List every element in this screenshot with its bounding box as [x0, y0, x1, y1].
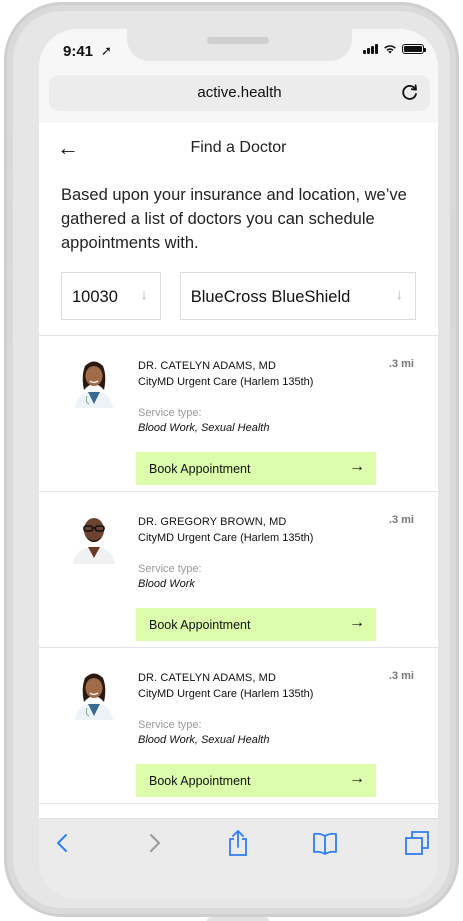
status-icons — [363, 44, 426, 54]
book-appointment-label: Book Appointment — [149, 618, 251, 632]
mute-switch — [7, 135, 12, 169]
filters: 10030 ↓ BlueCross BlueShield ↓ — [61, 272, 416, 320]
power-button — [451, 211, 456, 329]
arrow-right-icon: → — [349, 770, 365, 787]
doctor-avatar — [73, 518, 115, 564]
distance: .3 mi — [388, 514, 414, 526]
signal-icon — [363, 44, 378, 54]
service-type-label: Service type: — [138, 563, 202, 575]
book-appointment-button[interactable]: Book Appointment → — [136, 764, 376, 797]
distance: .3 mi — [388, 670, 414, 682]
book-appointment-label: Book Appointment — [149, 774, 251, 788]
web-content: ← Find a Doctor Based upon your insuranc… — [39, 123, 438, 818]
url-text[interactable]: active.health — [49, 84, 430, 101]
book-appointment-label: Book Appointment — [149, 462, 251, 476]
browser-toolbar — [39, 818, 438, 899]
zip-code-select[interactable]: 10030 ↓ — [61, 272, 161, 320]
wifi-icon — [384, 45, 396, 54]
page-title: Find a Doctor — [190, 139, 287, 156]
address-bar[interactable]: active.health — [49, 75, 430, 111]
book-icon — [313, 832, 337, 855]
down-arrow-icon: ↓ — [140, 286, 148, 303]
doctor-card: DR. GREGORY BROWN, MD CityMD Urgent Care… — [39, 492, 438, 648]
clinic-name: CityMD Urgent Care (Harlem 135th) — [138, 532, 314, 544]
doctor-avatar — [75, 361, 113, 408]
volume-up-button — [7, 203, 12, 265]
home-indicator — [207, 917, 269, 921]
battery-icon — [402, 44, 426, 54]
screen: 9:41 ➚ active.health ← Find a Doctor Bas… — [39, 29, 438, 899]
tabs-icon — [405, 831, 429, 855]
browser-back-button[interactable] — [49, 829, 77, 857]
doctor-name: DR. CATELYN ADAMS, MD — [138, 672, 276, 684]
service-type-value: Blood Work — [138, 578, 195, 590]
doctor-card: DR. CATELYN ADAMS, MD CityMD Urgent Care… — [39, 336, 438, 492]
service-type-value: Blood Work, Sexual Health — [138, 422, 270, 434]
tabs-button[interactable] — [403, 829, 431, 857]
share-button[interactable] — [224, 829, 252, 857]
doctor-list: DR. CATELYN ADAMS, MD CityMD Urgent Care… — [39, 335, 438, 804]
phone-frame: 9:41 ➚ active.health ← Find a Doctor Bas… — [4, 2, 459, 921]
arrow-right-icon: → — [349, 614, 365, 631]
zip-code-value: 10030 — [72, 288, 118, 306]
page-header: ← Find a Doctor — [39, 123, 438, 173]
service-type-label: Service type: — [138, 719, 202, 731]
reload-icon[interactable] — [400, 82, 420, 102]
doctor-avatar — [75, 673, 113, 720]
speaker — [207, 37, 269, 44]
share-icon — [229, 830, 247, 856]
book-appointment-button[interactable]: Book Appointment → — [136, 452, 376, 485]
service-type-label: Service type: — [138, 407, 202, 419]
insurance-select[interactable]: BlueCross BlueShield ↓ — [179, 272, 416, 320]
doctor-name: DR. GREGORY BROWN, MD — [138, 516, 287, 528]
insurance-value: BlueCross BlueShield — [190, 288, 351, 306]
doctor-card: DR. CATELYN ADAMS, MD CityMD Urgent Care… — [39, 648, 438, 804]
book-appointment-button[interactable]: Book Appointment → — [136, 608, 376, 641]
chevron-left-icon — [57, 834, 67, 852]
clinic-name: CityMD Urgent Care (Harlem 135th) — [138, 376, 314, 388]
browser-forward-button[interactable] — [140, 829, 168, 857]
chevron-right-icon — [150, 834, 160, 852]
intro-text: Based upon your insurance and location, … — [61, 186, 407, 252]
down-arrow-icon: ↓ — [395, 286, 404, 303]
clinic-name: CityMD Urgent Care (Harlem 135th) — [138, 688, 314, 700]
volume-down-button — [7, 279, 12, 341]
arrow-right-icon: → — [349, 458, 365, 475]
doctor-name: DR. CATELYN ADAMS, MD — [138, 360, 276, 372]
service-type-value: Blood Work, Sexual Health — [138, 734, 270, 746]
bookmarks-button[interactable] — [311, 829, 339, 857]
distance: .3 mi — [388, 358, 414, 370]
location-arrow-icon: ➚ — [101, 43, 112, 58]
status-time: 9:41 — [63, 43, 94, 60]
notch — [127, 29, 352, 61]
